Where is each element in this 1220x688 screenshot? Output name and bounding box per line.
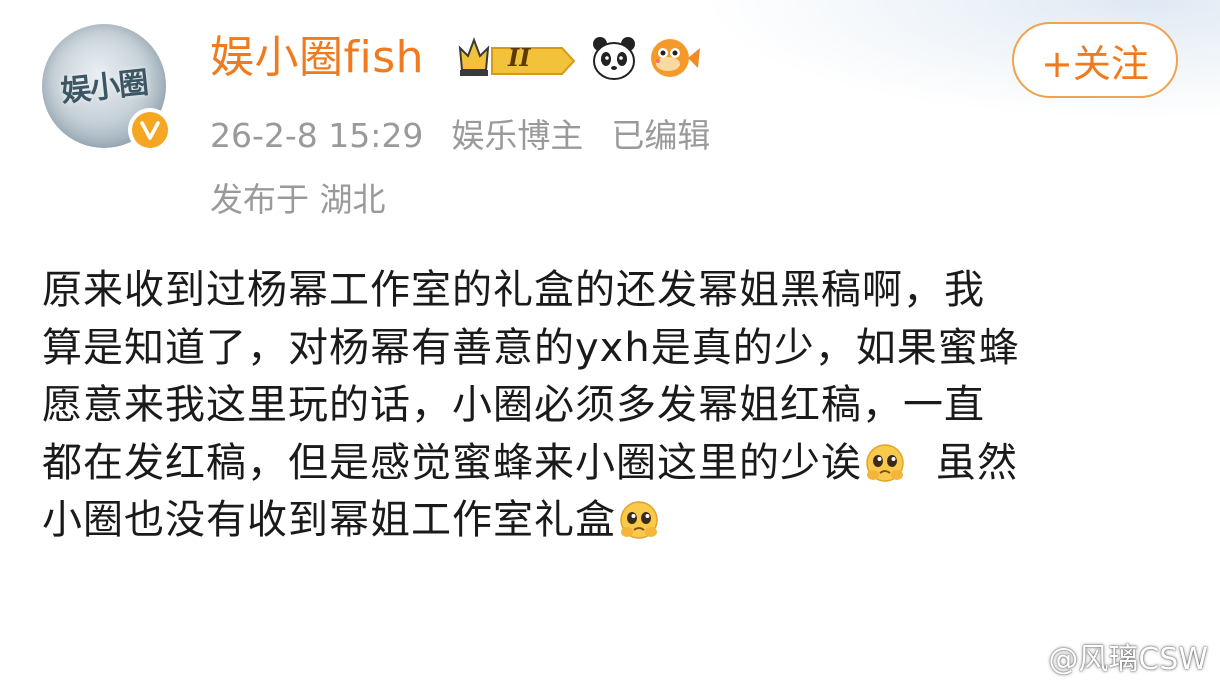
watermark-text: @风璃CSW <box>1048 642 1208 677</box>
pufferfish-icon <box>648 34 702 82</box>
watermark: @风璃CSW <box>1006 634 1208 678</box>
post-body: 原来收到过杨幂工作室的礼盒的还发幂姐黑稿啊，我 算是知道了，对杨幂有善意的yxh… <box>42 262 1182 550</box>
panda-icon <box>590 34 638 82</box>
post-line: 原来收到过杨幂工作室的礼盒的还发幂姐黑稿啊，我 <box>42 267 985 313</box>
edited-label: 已编辑 <box>611 116 711 155</box>
avatar-label: 娱小圈 <box>59 65 150 110</box>
username[interactable]: 娱小圈fish <box>210 30 424 86</box>
pleading-face-emoji-icon <box>864 442 906 484</box>
post-location: 发布于 湖北 <box>210 180 386 219</box>
post-timestamp: 26-2-8 15:29 <box>210 116 424 155</box>
crown-level-badge-icon[interactable]: II <box>456 34 580 82</box>
verified-icon <box>128 108 172 152</box>
follow-button[interactable]: +关注 <box>1012 22 1178 98</box>
post-line-text: 都在发红稿，但是感觉蜜蜂来小圈这里的少诶 <box>42 439 862 486</box>
post-line-text: 小圈也没有收到幂姐工作室礼盒 <box>42 497 616 543</box>
level-badge-label: II <box>508 43 531 72</box>
post-line: 算是知道了，对杨幂有善意的yxh是真的少，如果蜜蜂 <box>42 324 1020 371</box>
post-line: 都在发红稿，但是感觉蜜蜂来小圈这里的少诶 虽然 <box>42 435 1182 493</box>
post-line: 愿意来我这里玩的话，小圈必须多发幂姐红稿，一直 <box>42 382 985 428</box>
pleading-face-emoji-icon <box>618 499 660 541</box>
user-badges: II <box>456 34 702 82</box>
post-line-text: 虽然 <box>936 439 1018 486</box>
user-category: 娱乐博主 <box>451 116 584 155</box>
weibo-logo-icon <box>1007 643 1040 671</box>
post-line: 小圈也没有收到幂姐工作室礼盒 <box>42 492 1182 550</box>
post-meta: 26-2-8 15:29 娱乐博主 已编辑 <box>210 112 738 160</box>
